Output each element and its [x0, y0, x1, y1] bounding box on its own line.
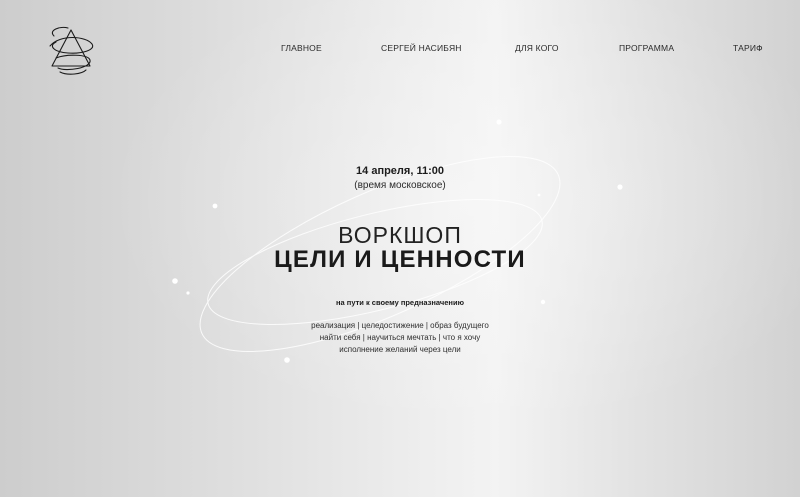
sparkle-star — [537, 193, 541, 197]
main-nav: ГЛАВНОЕ СЕРГЕЙ НАСИБЯН ДЛЯ КОГО ПРОГРАММ… — [0, 43, 800, 57]
nav-item-home[interactable]: ГЛАВНОЕ — [281, 43, 322, 53]
nav-item-audience[interactable]: ДЛЯ КОГО — [515, 43, 559, 53]
hero-tags-line: исполнение желаний через цели — [339, 345, 461, 354]
hero-subtitle: на пути к своему предназначению — [336, 298, 464, 307]
sparkle-star — [212, 203, 218, 209]
sparkle-star — [496, 119, 502, 125]
hero-title-line2: ЦЕЛИ И ЦЕННОСТИ — [274, 246, 526, 273]
hero-tags-line: реализация | целедостижение | образ буду… — [311, 321, 489, 330]
nav-item-program[interactable]: ПРОГРАММА — [619, 43, 674, 53]
sparkle-star — [284, 357, 290, 363]
nav-item-about-author[interactable]: СЕРГЕЙ НАСИБЯН — [381, 43, 462, 53]
sparkle-star — [186, 291, 190, 295]
sparkle-star — [172, 278, 178, 284]
hero-tags-line: найти себя | научиться мечтать | что я х… — [319, 333, 481, 342]
event-timezone: (время московское) — [354, 180, 446, 191]
hero-title-line1: ВОРКШОП — [338, 222, 462, 248]
nav-item-pricing[interactable]: ТАРИФ — [733, 43, 763, 53]
event-date: 14 апреля, 11:00 — [356, 165, 444, 177]
